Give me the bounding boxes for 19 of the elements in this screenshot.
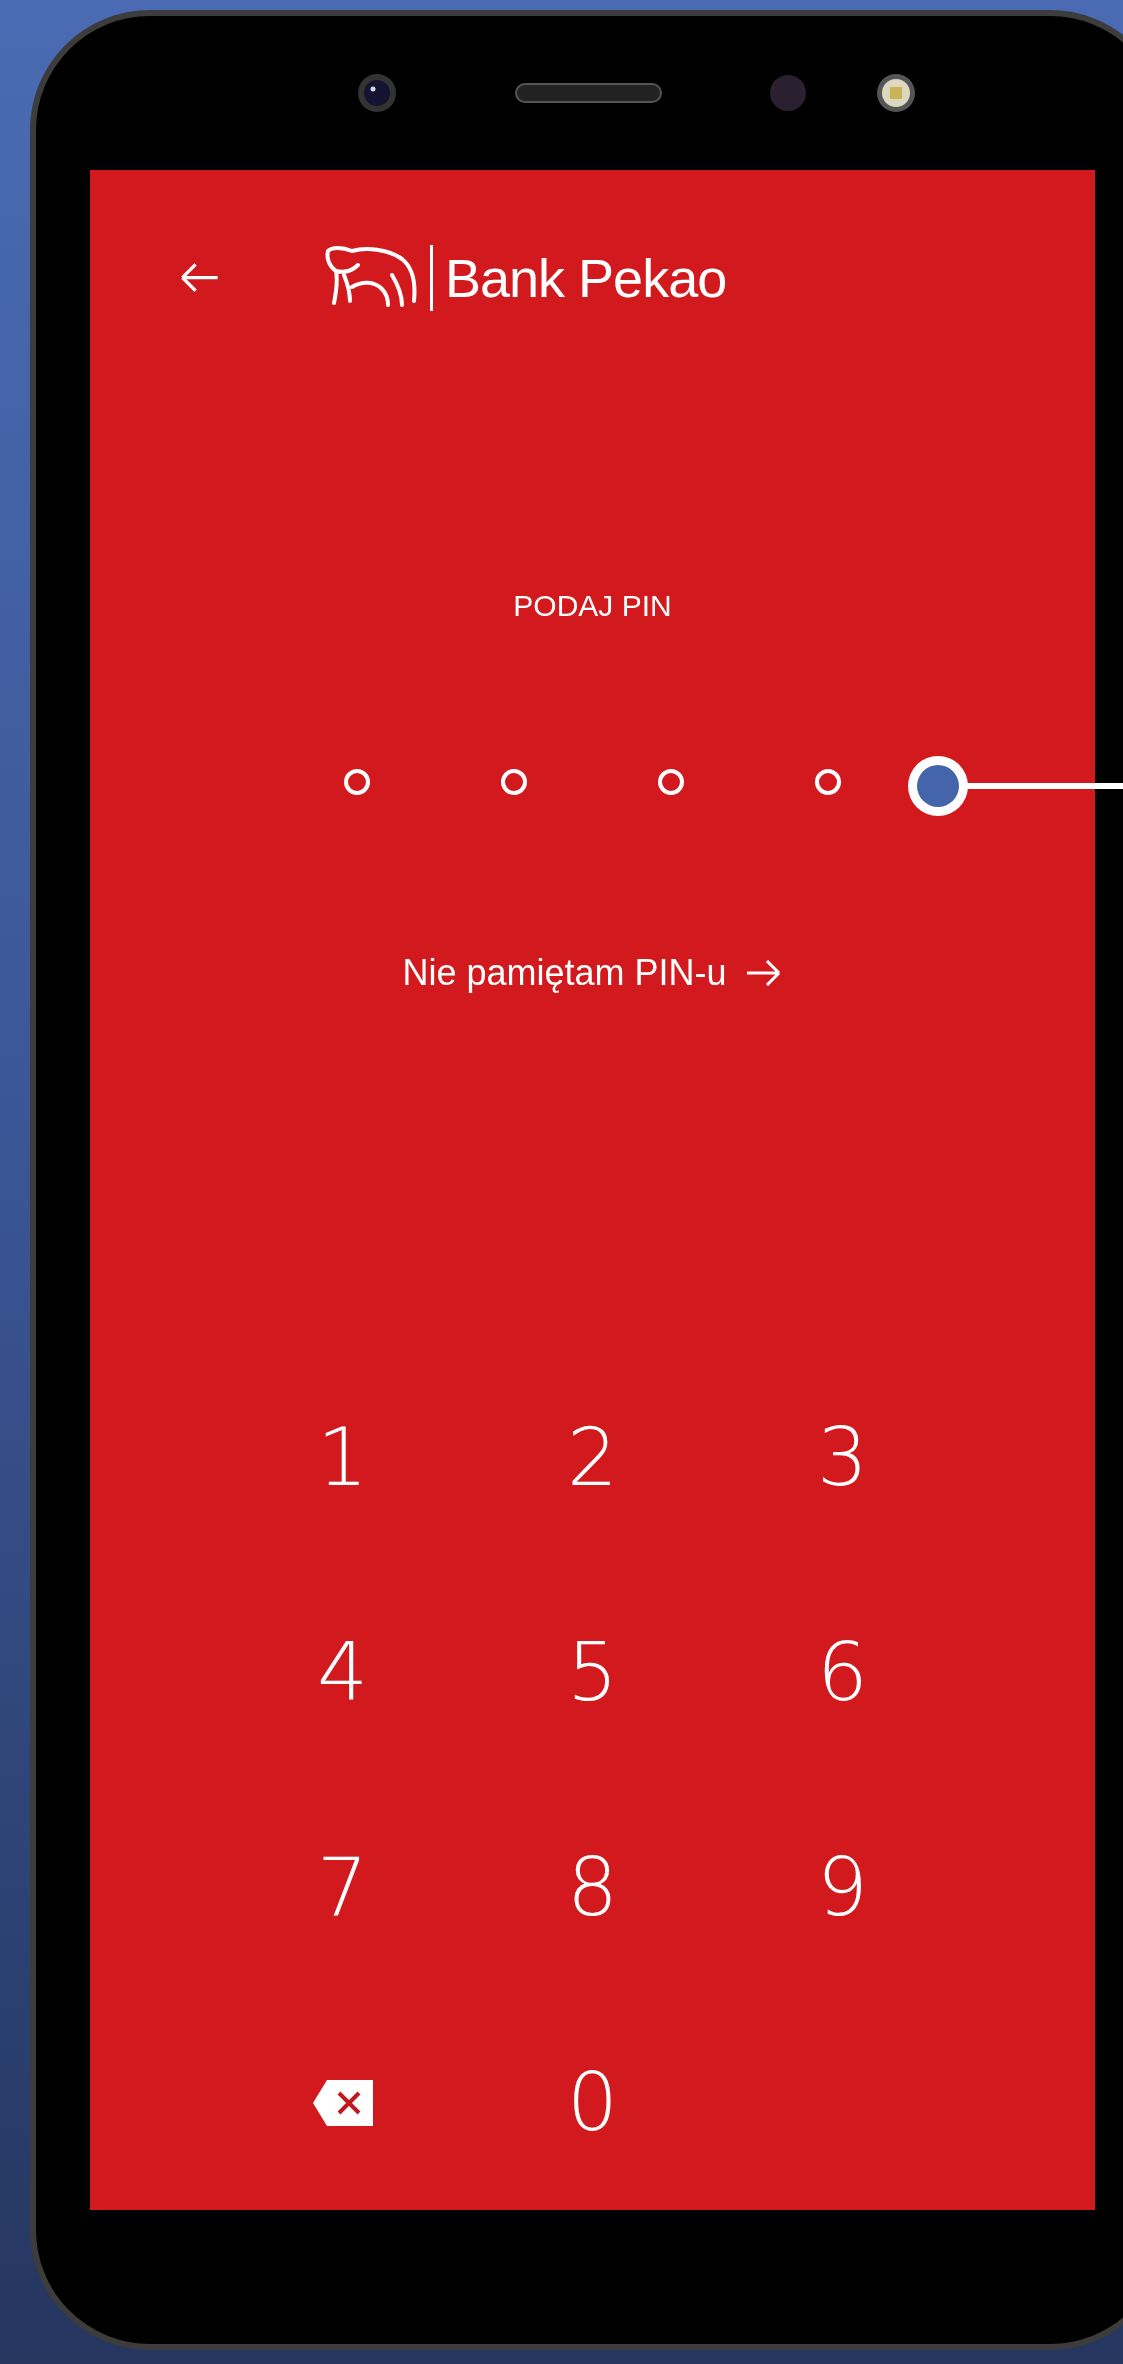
- keypad-key[interactable]: 7: [267, 1812, 418, 1963]
- keypad-key[interactable]: 3: [767, 1382, 918, 1533]
- forgot-pin-link[interactable]: Nie pamiętam PIN-u: [402, 948, 783, 998]
- keypad-key[interactable]: 2: [517, 1382, 668, 1533]
- keypad-key[interactable]: 5: [517, 1597, 668, 1748]
- keypad-key[interactable]: 4: [267, 1597, 418, 1748]
- sensor-icon: [770, 75, 806, 111]
- keypad-key[interactable]: 6: [767, 1597, 918, 1748]
- logo-divider: [430, 245, 433, 312]
- pin-prompt: PODAJ PIN: [513, 588, 672, 625]
- keypad-key[interactable]: 8: [517, 1812, 668, 1963]
- logo-text: Bank Pekao: [445, 247, 727, 310]
- keypad-key[interactable]: 0: [517, 2027, 668, 2178]
- flash-icon: [876, 73, 916, 113]
- camera-icon: [357, 73, 397, 113]
- keypad-key[interactable]: 1: [267, 1382, 418, 1533]
- keypad-key[interactable]: 9: [767, 1812, 918, 1963]
- forgot-pin-text: Nie pamiętam PIN-u: [402, 951, 727, 995]
- backspace-icon: [312, 2079, 373, 2126]
